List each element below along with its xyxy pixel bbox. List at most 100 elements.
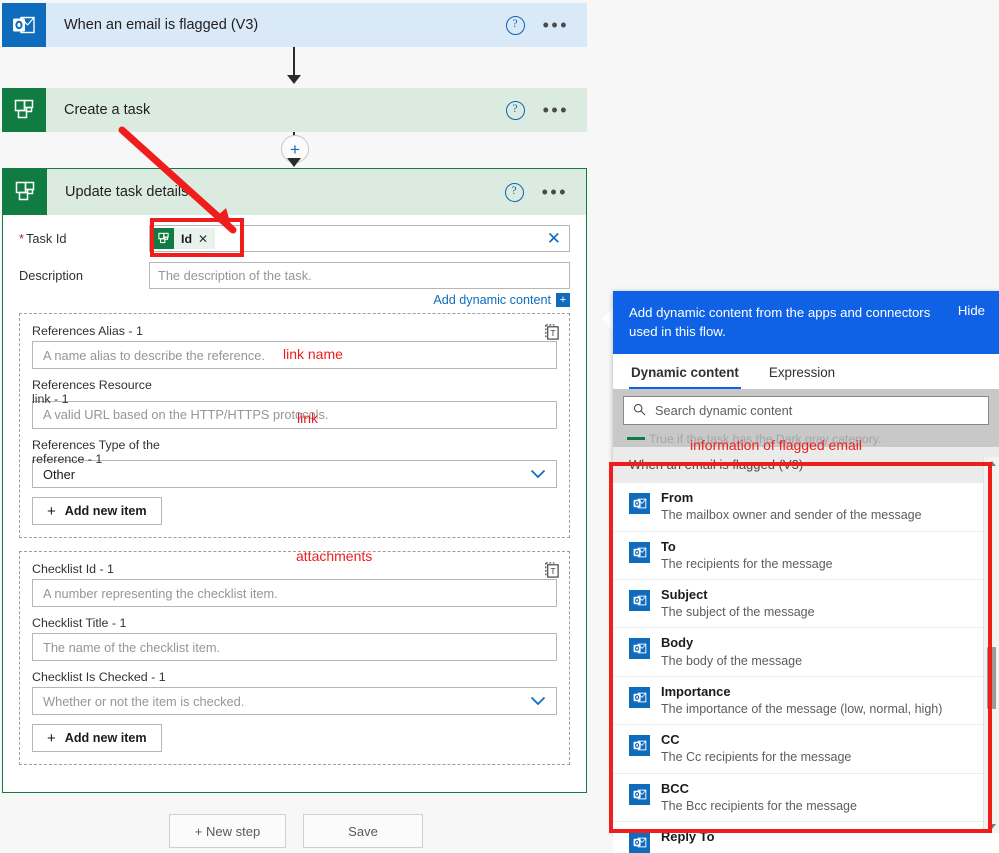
annotation-link: link <box>297 410 319 426</box>
plus-icon[interactable]: + <box>556 293 570 307</box>
chevron-down-icon[interactable] <box>530 694 546 709</box>
list-item-desc: The Cc recipients for the message <box>661 750 852 765</box>
more-menu-icon[interactable]: ••• <box>542 183 568 201</box>
planner-icon <box>3 169 47 215</box>
list-item-desc: The mailbox owner and sender of the mess… <box>661 508 922 523</box>
list-item-desc: The recipients for the message <box>661 556 833 571</box>
duplicate-icon[interactable]: T <box>543 323 560 341</box>
more-menu-icon[interactable]: ••• <box>543 16 569 34</box>
scroll-down-arrow-icon[interactable] <box>988 824 996 829</box>
trigger-card[interactable]: When an email is flagged (V3) ? ••• <box>2 3 587 47</box>
list-item[interactable]: Subject The subject of the message <box>613 580 999 629</box>
trigger-card-header[interactable]: When an email is flagged (V3) ? ••• <box>2 3 587 47</box>
list-item[interactable]: Body The body of the message <box>613 628 999 677</box>
action-card[interactable]: Create a task ? ••• <box>2 88 587 132</box>
help-icon[interactable]: ? <box>505 100 525 120</box>
trigger-title: When an email is flagged (V3) <box>64 17 259 33</box>
annotation-link-name: link name <box>283 346 343 362</box>
list-item-name: Subject <box>661 587 708 603</box>
references-add-new-item-button[interactable]: + Add new item <box>32 497 162 526</box>
close-icon[interactable]: ✕ <box>198 232 215 246</box>
description-row: Description The description of the task. <box>19 262 570 289</box>
outlook-icon <box>629 831 650 853</box>
search-icon <box>633 403 646 419</box>
annotation-attachments: attachments <box>296 548 373 564</box>
update-card-header[interactable]: Update task details ? ••• <box>3 169 586 215</box>
list-item-name: CC <box>661 732 680 748</box>
list-item[interactable]: CC The Cc recipients for the message <box>613 725 999 774</box>
help-icon[interactable]: ? <box>505 15 525 35</box>
list-item-name: Importance <box>661 683 731 699</box>
clear-field-icon[interactable]: ✕ <box>541 229 561 249</box>
outlook-icon <box>629 493 650 515</box>
outlook-icon <box>629 735 650 757</box>
scrollbar-thumb[interactable] <box>987 647 996 709</box>
list-item-name: From <box>661 490 694 506</box>
banner-text: Add dynamic content from the apps and co… <box>629 305 931 340</box>
planner-icon <box>153 228 174 249</box>
checklist-title-input[interactable]: The name of the checklist item. <box>32 633 557 662</box>
chevron-down-icon[interactable] <box>530 467 546 482</box>
action-card-header[interactable]: Create a task ? ••• <box>2 88 587 132</box>
more-menu-icon[interactable]: ••• <box>543 101 569 119</box>
list-item-desc: The body of the message <box>661 653 803 668</box>
save-button[interactable]: Save <box>303 814 423 848</box>
scroll-up-arrow-icon[interactable] <box>988 461 996 466</box>
tab-expression[interactable]: Expression <box>767 354 837 389</box>
planner-icon <box>2 88 46 132</box>
update-form-body: * Task Id Id ✕ ✕ Description The descrip… <box>3 215 586 792</box>
list-item-desc: The Bcc recipients for the message <box>661 798 857 813</box>
checklist-id-input[interactable]: A number representing the checklist item… <box>32 579 557 608</box>
checklist-is-checked-select[interactable]: Whether or not the item is checked. <box>32 687 557 716</box>
list-item-name: Body <box>661 635 694 651</box>
references-resource-label-line1: References Resource <box>32 378 152 392</box>
help-icon[interactable]: ? <box>504 182 524 202</box>
references-resource-input[interactable]: A valid URL based on the HTTP/HTTPS prot… <box>32 400 557 429</box>
tab-dynamic-content[interactable]: Dynamic content <box>629 354 741 390</box>
task-id-input[interactable]: Id ✕ ✕ <box>149 225 570 252</box>
dynamic-token-id[interactable]: Id ✕ <box>153 228 216 249</box>
description-label: Description <box>19 268 84 283</box>
list-item[interactable]: From The mailbox owner and sender of the… <box>613 483 999 532</box>
svg-text:T: T <box>550 566 555 576</box>
panel-tabs: Dynamic content Expression <box>613 354 999 390</box>
outlook-icon <box>629 541 650 563</box>
checklist-title-label: Checklist Title - 1 <box>32 616 127 631</box>
dynamic-content-panel: Add dynamic content from the apps and co… <box>613 291 999 853</box>
outlook-icon <box>629 686 650 708</box>
list-item[interactable]: Reply To <box>613 822 999 853</box>
action-title: Create a task <box>64 102 151 118</box>
references-alias-label: References Alias - 1 <box>32 324 143 338</box>
panel-scrollbar[interactable] <box>983 457 999 833</box>
update-task-details-card[interactable]: Update task details ? ••• * Task Id Id ✕… <box>2 168 587 794</box>
list-item[interactable]: To The recipients for the message <box>613 532 999 581</box>
checklist-is-checked-placeholder: Whether or not the item is checked. <box>43 693 245 709</box>
description-input[interactable]: The description of the task. <box>149 262 570 289</box>
list-item-desc: The importance of the message (low, norm… <box>661 701 943 716</box>
checklist-add-new-item-button[interactable]: + Add new item <box>32 724 162 753</box>
add-new-item-label: Add new item <box>64 731 147 746</box>
plus-icon: + <box>47 729 56 747</box>
outlook-icon <box>629 638 650 660</box>
references-type-select[interactable]: Other <box>32 460 557 489</box>
connector-arrow-1 <box>287 75 301 84</box>
duplicate-icon[interactable]: T <box>543 561 560 579</box>
list-item[interactable]: Importance The importance of the message… <box>613 677 999 726</box>
search-dynamic-content-input[interactable]: Search dynamic content <box>623 396 989 426</box>
annotation-information-of-flagged-email: information of flagged email <box>690 437 862 453</box>
list-item[interactable]: BCC The Bcc recipients for the message <box>613 774 999 822</box>
references-type-value: Other <box>43 466 76 482</box>
outlook-icon <box>629 590 650 612</box>
required-marker: * <box>19 231 24 246</box>
add-dynamic-content-label: Add dynamic content <box>433 293 551 307</box>
add-dynamic-content-link[interactable]: Add dynamic content + <box>19 291 570 313</box>
search-placeholder: Search dynamic content <box>655 403 793 419</box>
dynamic-content-list: From The mailbox owner and sender of the… <box>613 483 999 853</box>
task-id-row: * Task Id Id ✕ ✕ <box>19 225 570 252</box>
connector-line-1 <box>293 47 295 75</box>
hide-panel-button[interactable]: Hide <box>958 303 985 341</box>
token-label: Id <box>181 231 193 246</box>
checklist-group: T Checklist Id - 1 A number representing… <box>19 551 570 766</box>
new-step-button[interactable]: + New step <box>169 814 286 848</box>
task-id-label: * Task Id <box>19 231 67 246</box>
